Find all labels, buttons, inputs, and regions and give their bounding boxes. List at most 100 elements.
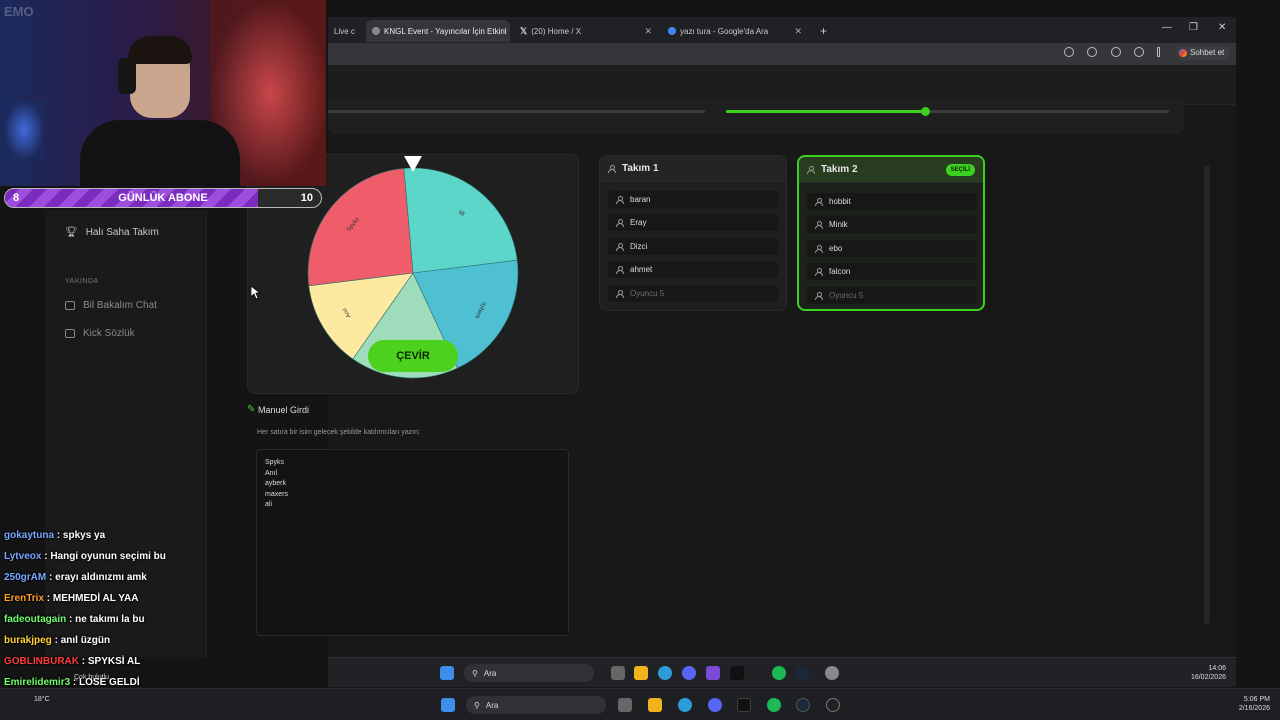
progress-knob[interactable] [921,107,931,116]
steam-icon[interactable] [796,666,810,680]
spotify-icon[interactable] [772,666,786,680]
edge-icon[interactable] [658,666,672,680]
selected-badge: SEÇİLİ [945,163,975,176]
chat-text: ne takımı la bu [75,614,145,625]
address-bar[interactable] [328,43,1236,65]
player-slot-empty[interactable]: Oyuncu 5 [807,287,977,304]
inner-search[interactable]: ⚲ Ara [464,664,594,682]
headset [118,58,136,94]
weather-widget[interactable]: 18°C [34,695,50,704]
sidebar-item-bil-bakalim[interactable]: Bil Bakalım Chat [65,300,157,311]
windows-icon[interactable] [440,666,454,680]
close-icon[interactable]: ✕ [794,26,802,37]
star-icon[interactable] [1064,47,1074,57]
folder-icon[interactable] [648,698,662,712]
chat-text: SPYKSİ AL [87,656,141,667]
clock-time: 5:06 PM [1243,696,1270,703]
restore-icon[interactable]: ❐ [1189,22,1198,33]
player-name: falcon [829,267,851,276]
streamer-body [80,120,240,186]
player-name: Minik [829,220,848,229]
taskview-icon[interactable] [618,698,632,712]
sidebar-item-kick-sozluk[interactable]: Kick Sözlük [65,328,135,339]
windows-icon[interactable] [441,698,455,712]
sidebar-item-hali-saha[interactable]: 🏆︎ Halı Saha Takım [65,227,159,238]
team-name: Takım 1 [622,163,659,174]
chat-username: GOBLINBURAK [4,656,79,667]
tab-google-search[interactable]: yazı tura - Google'da Ara ✕ [662,20,808,42]
extensions-icon[interactable] [1111,47,1121,57]
tab-live[interactable]: Live c [328,20,366,42]
chat-message: Lytveox : Hangi oyunun seçimi bu [4,551,166,562]
textarea-line: ayberk [265,480,287,487]
chat-message: ErenTrix : MEHMEDİ AL YAA [4,593,139,604]
chat-message: gokaytuna : spkys ya [4,530,105,541]
player-placeholder: Oyuncu 5 [829,291,864,300]
taskbar-clock[interactable]: 5:06 PM 2/16/2026 [1239,695,1270,713]
square-icon [65,329,75,338]
sidebar: 🏆︎ Halı Saha Takım YAKINDA Bil Bakalım C… [45,210,207,657]
discord-icon[interactable] [708,698,722,712]
taskbar: ⚲ Ara 18°C 5:06 PM 2/16/2026 [0,688,1280,720]
tab-x-home[interactable]: 𝕏 (20) Home / X ✕ [514,20,658,42]
team-header: Takım 2 SEÇİLİ [799,157,983,183]
menu-icon[interactable] [1157,47,1160,57]
chat-separator: : [46,572,56,583]
player-slot[interactable]: baran [608,191,778,208]
spotify-icon[interactable] [767,698,781,712]
team-card-1[interactable]: Takım 1 baran Eray Dizci ahmet Oyuncu 5 [599,155,787,311]
participants-textarea[interactable]: Spyks Anıl ayberk maxers ali [256,449,569,636]
player-name: hobbit [829,197,851,206]
obs-icon[interactable] [826,698,840,712]
sub-goal-bar: 8 GÜNLÜK ABONE 10 [4,188,322,208]
profile-icon[interactable] [1134,47,1144,57]
taskview-icon[interactable] [611,666,625,680]
textarea-line: Anıl [265,469,278,477]
user-icon [815,198,823,206]
folder-icon[interactable] [634,666,648,680]
textarea-line: Spyks [265,459,285,466]
reload-icon[interactable] [1087,47,1097,57]
steam-icon[interactable] [796,698,810,712]
team-card-2[interactable]: Takım 2 SEÇİLİ hobbit Minik ebo falcon O… [797,155,985,311]
users-icon [807,166,815,174]
player-slot[interactable]: ebo [807,240,977,257]
app-icon[interactable] [706,666,720,680]
search-label: Ara [485,700,499,710]
chat-message: Emirelidemir3 : LOSE GELDİ [4,677,140,688]
player-slot[interactable]: ahmet [608,261,778,278]
settings-icon[interactable] [825,666,839,680]
chat-button[interactable]: Sohbet et [1176,46,1231,60]
close-icon[interactable]: ✕ [644,26,652,37]
player-slot[interactable]: hobbit [807,193,977,210]
taskbar-search[interactable]: ⚲ Ara [466,696,606,714]
player-slot[interactable]: Eray [608,214,778,231]
player-slot[interactable]: falcon [807,263,977,280]
sidebar-item-label: Halı Saha Takım [85,227,159,238]
chat-message: GOBLINBURAK : SPYKSİ AL [4,656,140,667]
discord-icon[interactable] [682,666,696,680]
spin-button[interactable]: ÇEVİR [368,340,458,372]
user-icon [616,290,624,298]
chat-message: 250grAM : erayı aldınızmı amk [4,572,147,583]
inner-time: 14:06 [1208,665,1226,672]
player-slot-empty[interactable]: Oyuncu 5 [608,285,778,302]
inner-date: 16/02/2026 [1190,674,1226,681]
chat-text: anıl üzgün [60,635,111,646]
chat-text: erayı aldınızmı amk [55,572,147,583]
chat-separator: : [41,551,51,562]
google-icon [668,27,676,35]
inner-clock: 14:06 16/02/2026 [1191,664,1226,682]
user-icon [815,292,823,300]
player-slot[interactable]: Dizci [608,238,778,255]
textarea-line: ali [265,501,273,508]
minimize-icon[interactable]: — [1162,22,1172,33]
plus-icon[interactable]: + [814,20,834,42]
tab-kngl-event[interactable]: KNGL Event - Yayıncılar İçin Etkinl ✕ [366,20,510,42]
player-slot[interactable]: Minik [807,216,977,233]
edge-icon[interactable] [678,698,692,712]
window-close-icon[interactable]: ✕ [1218,22,1226,33]
page-scrollbar[interactable] [1204,165,1210,625]
terminal-icon[interactable] [737,698,751,712]
terminal-icon[interactable] [730,666,744,680]
